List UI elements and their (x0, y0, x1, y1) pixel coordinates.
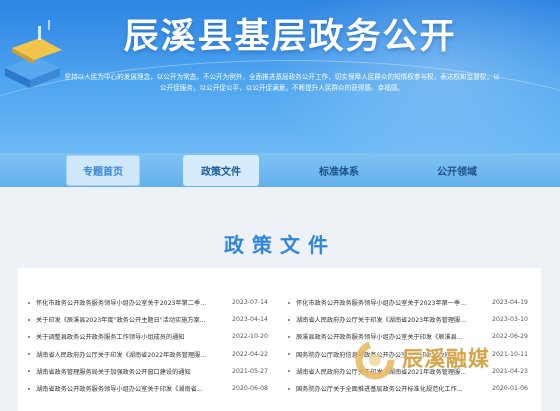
list-item[interactable]: 怀化市政务公开政务服务领导小组办公室关于2023年第一季... 2023-04-… (286, 294, 528, 311)
list-item[interactable]: 湖南省人民政府办公厅关于印发《湖南省2023年政务管理服... 2023-03-… (286, 311, 528, 328)
bullet-icon (288, 353, 290, 356)
list-item-title: 关于调整县政务公开政务服务工作领导小组成员的通知 (36, 334, 185, 342)
list-item-title: 湖南省政务公开政务服务领导小组办公室关于印发《湖南省... (36, 386, 203, 394)
list-item[interactable]: 怀化市政务公开政务服务领导小组办公室关于2023年第二季... 2023-07-… (26, 294, 268, 311)
nav-item-disclosure-areas[interactable]: 公开领域 (398, 153, 516, 187)
list-item-date: 2023-04-19 (492, 299, 528, 307)
nav-item-standard-system[interactable]: 标准体系 (280, 153, 398, 187)
bullet-icon (288, 387, 290, 390)
policy-list-left: 怀化市政务公开政务服务领导小组办公室关于2023年第二季... 2023-07-… (26, 294, 268, 397)
list-item-date: 2021-05-27 (232, 367, 268, 375)
page-title: 辰溪县基层政务公开 (123, 17, 457, 57)
bullet-icon (28, 301, 30, 304)
list-item[interactable]: 关于调整县政务公开政务服务工作领导小组成员的通知 2022-10-20 (26, 328, 268, 345)
list-item[interactable]: 湖南省政务公开政务服务领导小组办公室关于印发《湖南省... 2020-06-08 (26, 380, 268, 397)
nav-item-disclosure-areas-label: 公开领域 (437, 166, 477, 178)
nav-item-standard-system-label: 标准体系 (319, 166, 359, 178)
list-item-date: 2022-04-22 (232, 350, 268, 358)
header-slogan: 坚持以人民为中心的发展理念，以公开为常态，不公开为例外，全面推进基层政务公开工作… (64, 73, 500, 92)
list-item-title: 怀化市政务公开政务服务领导小组办公室关于2023年第一季... (296, 300, 467, 308)
list-item-date: 2020-06-08 (232, 385, 268, 393)
list-item-title: 湖南省人民政府办公厅关于印发《湖南省2022年政务管理服... (36, 351, 207, 359)
bullet-icon (28, 318, 30, 321)
main-nav: 专题首页 政策文件 标准体系 公开领域 (0, 153, 560, 187)
watermark-text: 辰溪融媒 (402, 347, 490, 371)
nav-item-home[interactable]: 专题首页 (44, 153, 162, 187)
list-item-title: 怀化市政务公开政务服务领导小组办公室关于2023年第二季... (36, 300, 207, 308)
list-item-date: 2023-03-10 (492, 316, 528, 324)
section-title: 政策文件 (224, 233, 336, 257)
list-item-title: 湖南省人民政府办公厅关于印发《湖南省2023年政务管理服... (296, 317, 467, 325)
bullet-icon (288, 335, 290, 338)
list-item[interactable]: 关于印发《辰溪县2023年度"政务公开主题日"活动实施方案... 2023-04… (26, 311, 268, 328)
card-illustration-icon (5, 20, 62, 88)
media-watermark: 辰溪融媒 (350, 337, 500, 387)
nav-item-policy-documents-label: 政策文件 (183, 154, 259, 186)
bullet-icon (28, 353, 30, 356)
list-item-date: 2023-04-14 (232, 316, 268, 324)
bullet-icon (28, 370, 30, 373)
nav-item-home-label: 专题首页 (66, 154, 140, 186)
nav-item-policy-documents[interactable]: 政策文件 (162, 153, 280, 187)
list-item-title: 关于印发《辰溪县2023年度"政务公开主题日"活动实施方案... (36, 317, 206, 325)
bullet-icon (28, 335, 30, 338)
list-item-title: 湖南省政务管理服务局关于加强政务公开窗口建设的通知 (36, 368, 191, 376)
list-item[interactable]: 湖南省人民政府办公厅关于印发《湖南省2022年政务管理服... 2022-04-… (26, 346, 268, 363)
list-item[interactable]: 湖南省政务管理服务局关于加强政务公开窗口建设的通知 2021-05-27 (26, 363, 268, 380)
list-item-date: 2023-07-14 (232, 299, 268, 307)
bullet-icon (288, 318, 290, 321)
bullet-icon (28, 387, 30, 390)
list-item-date: 2022-10-20 (232, 333, 268, 341)
header-banner: 辰溪县基层政务公开 坚持以人民为中心的发展理念，以公开为常态，不公开为例外，全面… (0, 0, 560, 153)
bullet-icon (288, 370, 290, 373)
watermark-logo-icon (355, 340, 395, 380)
bullet-icon (288, 301, 290, 304)
